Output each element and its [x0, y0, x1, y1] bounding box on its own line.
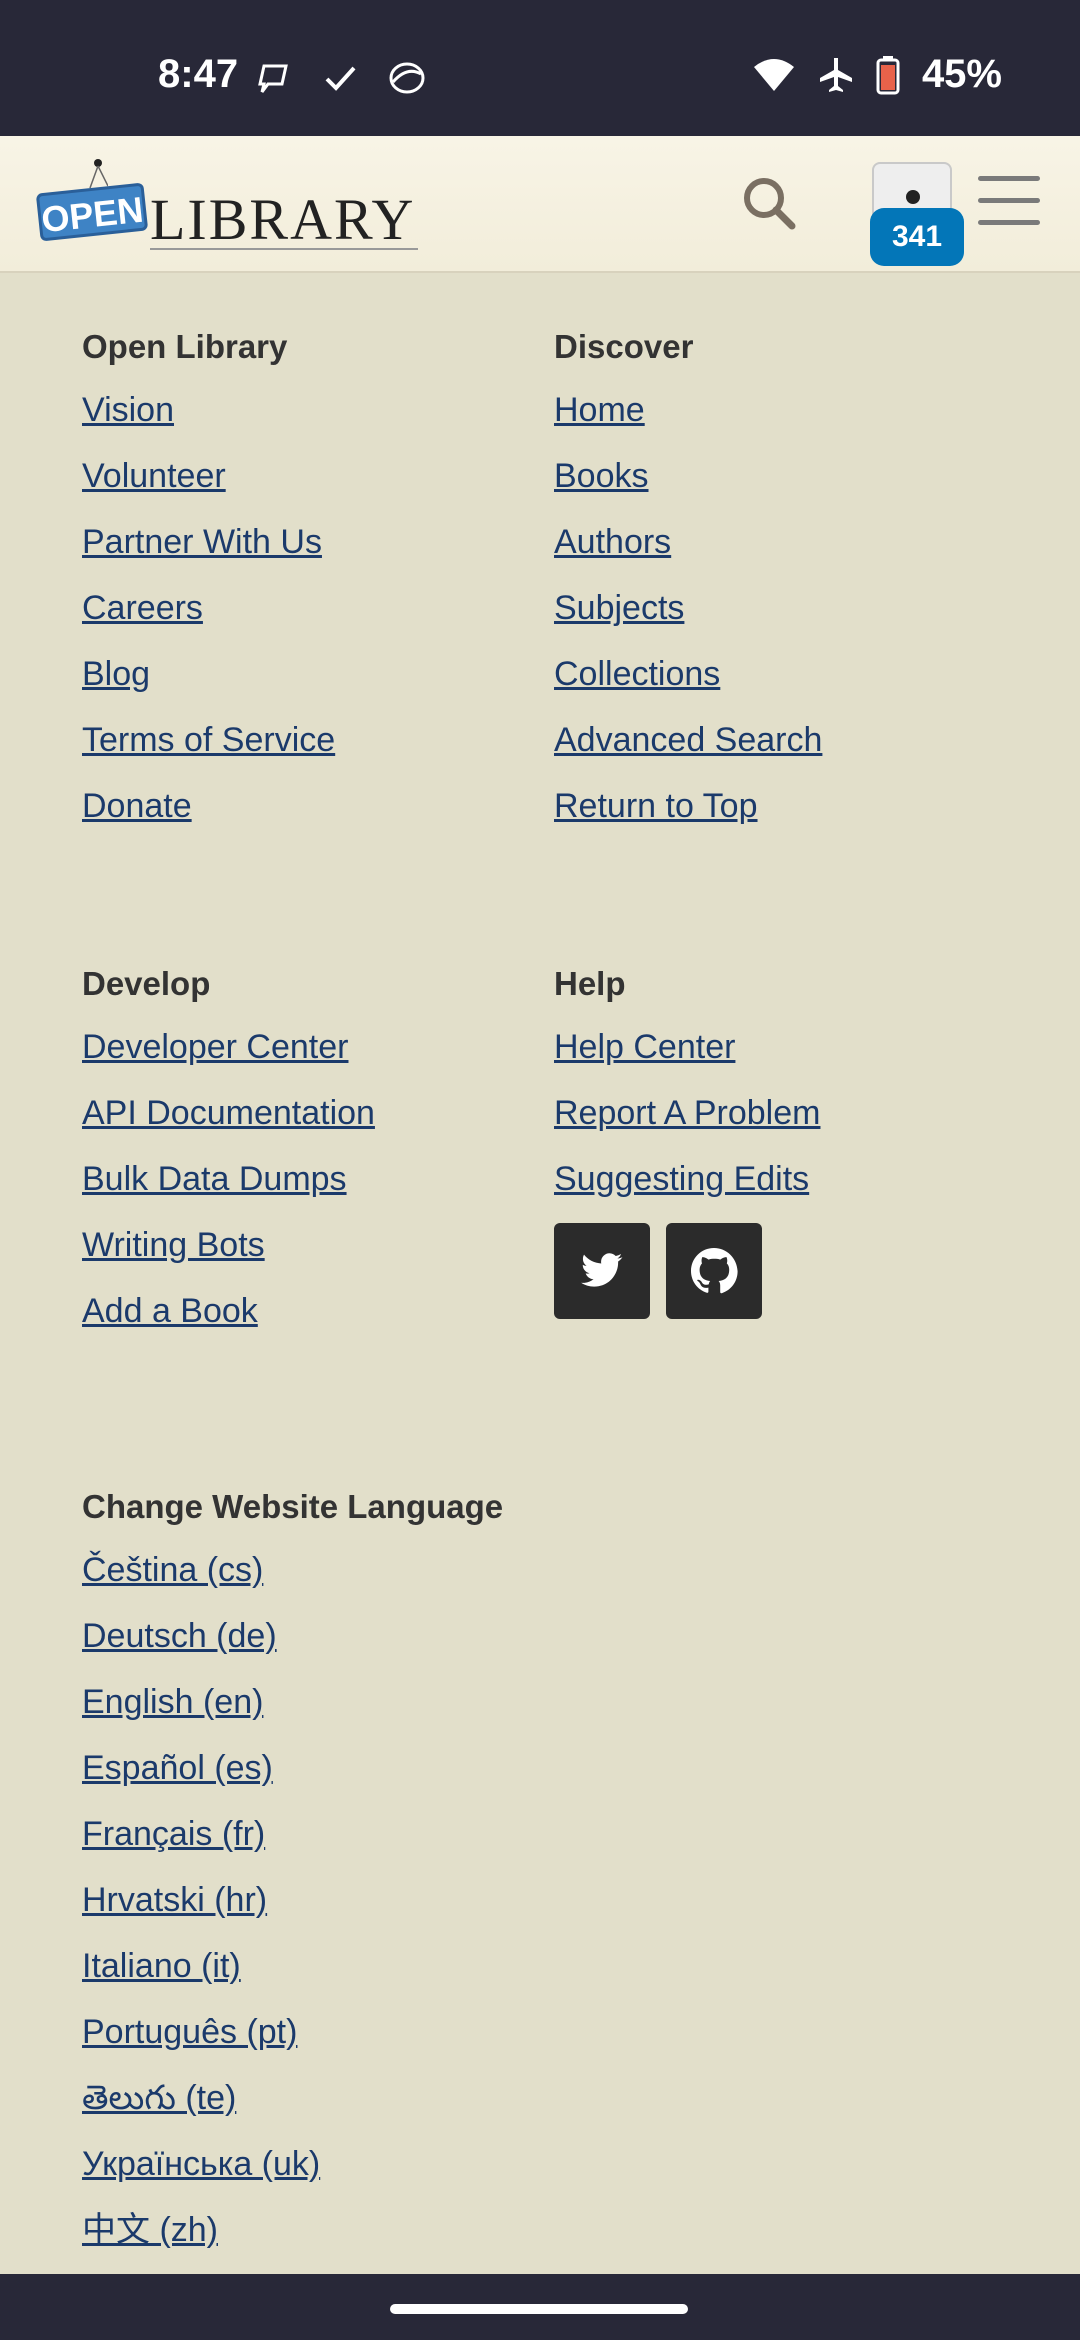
- link-vision[interactable]: Vision: [82, 388, 335, 432]
- link-writing-bots[interactable]: Writing Bots: [82, 1223, 375, 1267]
- link-lang-te[interactable]: తెలుగు (te): [82, 2076, 503, 2120]
- airplane-icon: [819, 57, 852, 92]
- loan-count-badge[interactable]: 341: [870, 208, 964, 266]
- link-authors[interactable]: Authors: [554, 520, 822, 564]
- footer-language: Change Website Language Čeština (cs) Deu…: [82, 1488, 503, 2274]
- link-lang-zh[interactable]: 中文 (zh): [82, 2208, 503, 2252]
- notification-icons: [256, 60, 426, 96]
- twitter-icon: [581, 1253, 623, 1287]
- section-heading: Open Library: [82, 328, 288, 365]
- link-lang-cs[interactable]: Čeština (cs): [82, 1548, 503, 1592]
- site-header: OPEN LIBRARY 341: [0, 136, 1080, 273]
- status-time: 8:47: [158, 52, 239, 96]
- footer-help: Help Help Center Report A Problem Sugges…: [554, 965, 820, 1319]
- search-icon: [744, 178, 796, 230]
- section-heading: Help: [554, 965, 626, 1002]
- link-advanced-search[interactable]: Advanced Search: [554, 718, 822, 762]
- hamburger-menu-button[interactable]: [978, 176, 1040, 232]
- link-developer-center[interactable]: Developer Center: [82, 1025, 375, 1069]
- link-terms[interactable]: Terms of Service: [82, 718, 335, 762]
- link-help-center[interactable]: Help Center: [554, 1025, 820, 1069]
- logo-underline: [150, 248, 418, 250]
- menu-line: [978, 220, 1040, 225]
- avatar-icon: [906, 190, 920, 204]
- link-lang-it[interactable]: Italiano (it): [82, 1944, 503, 1988]
- link-lang-pt[interactable]: Português (pt): [82, 2010, 503, 2054]
- social-links: [554, 1223, 820, 1319]
- link-lang-de[interactable]: Deutsch (de): [82, 1614, 503, 1658]
- logo-library-text: LIBRARY: [150, 187, 416, 252]
- link-bulk-data[interactable]: Bulk Data Dumps: [82, 1157, 375, 1201]
- check-icon: [325, 66, 356, 91]
- footer-open-library: Open Library Vision Volunteer Partner Wi…: [82, 328, 335, 850]
- link-careers[interactable]: Careers: [82, 586, 335, 630]
- link-collections[interactable]: Collections: [554, 652, 822, 696]
- link-report-problem[interactable]: Report A Problem: [554, 1091, 820, 1135]
- link-books[interactable]: Books: [554, 454, 822, 498]
- ring-icon: [389, 62, 425, 94]
- github-button[interactable]: [666, 1223, 762, 1319]
- search-button[interactable]: [738, 172, 800, 234]
- link-donate[interactable]: Donate: [82, 784, 335, 828]
- link-api-docs[interactable]: API Documentation: [82, 1091, 375, 1135]
- open-library-logo[interactable]: OPEN LIBRARY: [35, 158, 418, 258]
- menu-line: [978, 176, 1040, 181]
- footer-develop: Develop Developer Center API Documentati…: [82, 965, 375, 1355]
- link-subjects[interactable]: Subjects: [554, 586, 822, 630]
- system-icons: 45%: [752, 52, 1002, 97]
- home-gesture-handle[interactable]: [390, 2304, 688, 2314]
- section-heading: Change Website Language: [82, 1488, 504, 1525]
- battery-icon: [876, 55, 900, 94]
- link-suggesting-edits[interactable]: Suggesting Edits: [554, 1157, 820, 1201]
- logo-open-badge: OPEN: [35, 182, 149, 242]
- battery-percent: 45%: [921, 52, 1002, 96]
- twitter-button[interactable]: [554, 1223, 650, 1319]
- link-blog[interactable]: Blog: [82, 652, 335, 696]
- footer-discover: Discover Home Books Authors Subjects Col…: [554, 328, 822, 850]
- section-heading: Develop: [82, 965, 211, 1002]
- chat-icon: [258, 64, 288, 93]
- link-home[interactable]: Home: [554, 388, 822, 432]
- link-lang-uk[interactable]: Українська (uk): [82, 2142, 503, 2186]
- link-add-book[interactable]: Add a Book: [82, 1289, 375, 1333]
- github-icon: [691, 1248, 738, 1294]
- menu-line: [978, 198, 1040, 203]
- link-return-to-top[interactable]: Return to Top: [554, 784, 822, 828]
- link-lang-en[interactable]: English (en): [82, 1680, 503, 1724]
- link-lang-hr[interactable]: Hrvatski (hr): [82, 1878, 503, 1922]
- wifi-icon: [753, 58, 794, 91]
- link-partner[interactable]: Partner With Us: [82, 520, 335, 564]
- status-bar: 8:47 45%: [0, 0, 1080, 136]
- logo-hanger-icon: [89, 159, 108, 188]
- link-volunteer[interactable]: Volunteer: [82, 454, 335, 498]
- navigation-bar: [0, 2274, 1080, 2340]
- link-lang-es[interactable]: Español (es): [82, 1746, 503, 1790]
- section-heading: Discover: [554, 328, 694, 365]
- link-lang-fr[interactable]: Français (fr): [82, 1812, 503, 1856]
